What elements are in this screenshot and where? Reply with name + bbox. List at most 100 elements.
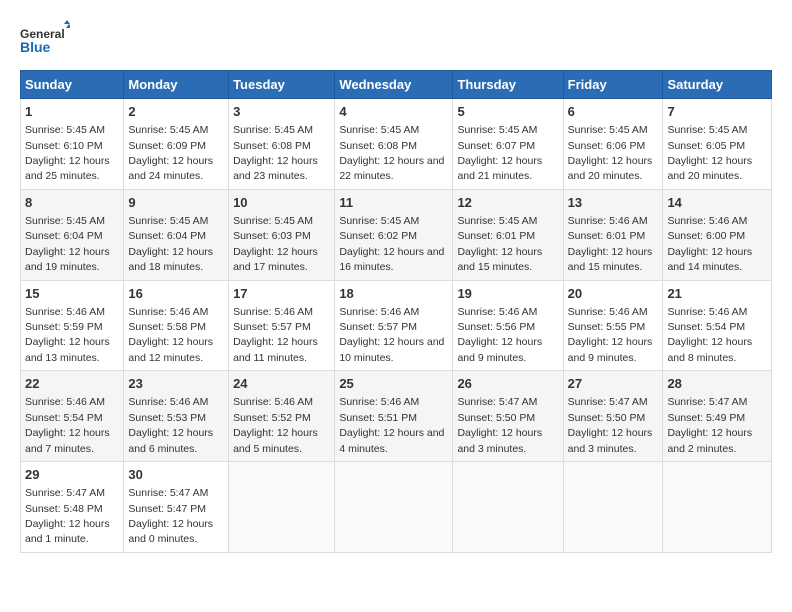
col-header-sunday: Sunday (21, 71, 124, 99)
calendar-cell: 27 Sunrise: 5:47 AMSunset: 5:50 PMDayligh… (563, 371, 663, 462)
calendar-cell (335, 462, 453, 553)
day-number: 11 (339, 194, 448, 212)
day-number: 22 (25, 375, 119, 393)
header: General Blue (20, 20, 772, 60)
day-info: Sunrise: 5:45 AMSunset: 6:04 PMDaylight:… (25, 215, 110, 273)
day-number: 2 (128, 103, 224, 121)
calendar-cell: 8 Sunrise: 5:45 AMSunset: 6:04 PMDaylight… (21, 189, 124, 280)
col-header-tuesday: Tuesday (229, 71, 335, 99)
calendar-cell: 28 Sunrise: 5:47 AMSunset: 5:49 PMDayligh… (663, 371, 772, 462)
calendar-cell: 21Sunrise: 5:46 AMSunset: 5:54 PMDayligh… (663, 280, 772, 371)
day-number: 19 (457, 285, 558, 303)
col-header-thursday: Thursday (453, 71, 563, 99)
calendar-cell: 4 Sunrise: 5:45 AMSunset: 6:08 PMDaylight… (335, 99, 453, 190)
calendar-cell: 9Sunrise: 5:45 AMSunset: 6:04 PMDaylight… (124, 189, 229, 280)
day-info: Sunrise: 5:46 AMSunset: 5:54 PMDaylight:… (25, 396, 110, 454)
calendar-cell: 12 Sunrise: 5:45 AMSunset: 6:01 PMDayligh… (453, 189, 563, 280)
day-info: Sunrise: 5:47 AMSunset: 5:50 PMDaylight:… (568, 396, 653, 454)
calendar-cell: 24 Sunrise: 5:46 AMSunset: 5:52 PMDayligh… (229, 371, 335, 462)
day-info: Sunrise: 5:45 AMSunset: 6:05 PMDaylight:… (667, 124, 752, 182)
day-info: Sunrise: 5:45 AMSunset: 6:09 PMDaylight:… (128, 124, 213, 182)
day-info: Sunrise: 5:45 AMSunset: 6:01 PMDaylight:… (457, 215, 542, 273)
calendar-cell: 16Sunrise: 5:46 AMSunset: 5:58 PMDayligh… (124, 280, 229, 371)
calendar-table: SundayMondayTuesdayWednesdayThursdayFrid… (20, 70, 772, 553)
day-info: Sunrise: 5:46 AMSunset: 5:56 PMDaylight:… (457, 306, 542, 364)
calendar-cell: 22 Sunrise: 5:46 AMSunset: 5:54 PMDayligh… (21, 371, 124, 462)
day-info: Sunrise: 5:45 AMSunset: 6:08 PMDaylight:… (339, 124, 444, 182)
calendar-cell: 19 Sunrise: 5:46 AMSunset: 5:56 PMDayligh… (453, 280, 563, 371)
day-number: 23 (128, 375, 224, 393)
day-info: Sunrise: 5:47 AMSunset: 5:50 PMDaylight:… (457, 396, 542, 454)
day-number: 25 (339, 375, 448, 393)
day-number: 17 (233, 285, 330, 303)
calendar-cell: 5Sunrise: 5:45 AMSunset: 6:07 PMDaylight… (453, 99, 563, 190)
calendar-cell: 7 Sunrise: 5:45 AMSunset: 6:05 PMDaylight… (663, 99, 772, 190)
day-info: Sunrise: 5:45 AMSunset: 6:03 PMDaylight:… (233, 215, 318, 273)
calendar-cell: 13Sunrise: 5:46 AMSunset: 6:01 PMDayligh… (563, 189, 663, 280)
col-header-saturday: Saturday (663, 71, 772, 99)
day-number: 16 (128, 285, 224, 303)
day-info: Sunrise: 5:47 AMSunset: 5:49 PMDaylight:… (667, 396, 752, 454)
day-info: Sunrise: 5:46 AMSunset: 5:51 PMDaylight:… (339, 396, 444, 454)
day-number: 24 (233, 375, 330, 393)
calendar-cell: 25 Sunrise: 5:46 AMSunset: 5:51 PMDayligh… (335, 371, 453, 462)
calendar-cell: 20 Sunrise: 5:46 AMSunset: 5:55 PMDayligh… (563, 280, 663, 371)
day-number: 29 (25, 466, 119, 484)
calendar-cell (663, 462, 772, 553)
day-number: 26 (457, 375, 558, 393)
day-number: 18 (339, 285, 448, 303)
day-number: 28 (667, 375, 767, 393)
day-number: 13 (568, 194, 659, 212)
calendar-week-row: 29 Sunrise: 5:47 AMSunset: 5:48 PMDayligh… (21, 462, 772, 553)
calendar-cell: 23 Sunrise: 5:46 AMSunset: 5:53 PMDayligh… (124, 371, 229, 462)
day-info: Sunrise: 5:46 AMSunset: 5:59 PMDaylight:… (25, 306, 110, 364)
calendar-cell: 29 Sunrise: 5:47 AMSunset: 5:48 PMDayligh… (21, 462, 124, 553)
logo: General Blue (20, 20, 70, 60)
day-info: Sunrise: 5:46 AMSunset: 5:53 PMDaylight:… (128, 396, 213, 454)
svg-text:Blue: Blue (20, 39, 51, 55)
calendar-cell: 18 Sunrise: 5:46 AMSunset: 5:57 PMDayligh… (335, 280, 453, 371)
calendar-cell: 14 Sunrise: 5:46 AMSunset: 6:00 PMDayligh… (663, 189, 772, 280)
day-number: 6 (568, 103, 659, 121)
day-number: 1 (25, 103, 119, 121)
calendar-cell: 17 Sunrise: 5:46 AMSunset: 5:57 PMDayligh… (229, 280, 335, 371)
calendar-cell (229, 462, 335, 553)
day-number: 8 (25, 194, 119, 212)
day-number: 3 (233, 103, 330, 121)
day-info: Sunrise: 5:45 AMSunset: 6:06 PMDaylight:… (568, 124, 653, 182)
calendar-cell: 30 Sunrise: 5:47 AMSunset: 5:47 PMDayligh… (124, 462, 229, 553)
day-info: Sunrise: 5:45 AMSunset: 6:10 PMDaylight:… (25, 124, 110, 182)
day-number: 27 (568, 375, 659, 393)
calendar-cell: 3 Sunrise: 5:45 AMSunset: 6:08 PMDaylight… (229, 99, 335, 190)
header-row: SundayMondayTuesdayWednesdayThursdayFrid… (21, 71, 772, 99)
day-info: Sunrise: 5:46 AMSunset: 5:57 PMDaylight:… (233, 306, 318, 364)
calendar-cell: 2 Sunrise: 5:45 AMSunset: 6:09 PMDaylight… (124, 99, 229, 190)
day-info: Sunrise: 5:47 AMSunset: 5:47 PMDaylight:… (128, 487, 213, 545)
day-number: 20 (568, 285, 659, 303)
calendar-cell: 26 Sunrise: 5:47 AMSunset: 5:50 PMDayligh… (453, 371, 563, 462)
day-info: Sunrise: 5:45 AMSunset: 6:04 PMDaylight:… (128, 215, 213, 273)
day-number: 7 (667, 103, 767, 121)
day-number: 14 (667, 194, 767, 212)
day-info: Sunrise: 5:47 AMSunset: 5:48 PMDaylight:… (25, 487, 110, 545)
logo-svg: General Blue (20, 20, 70, 60)
day-info: Sunrise: 5:45 AMSunset: 6:02 PMDaylight:… (339, 215, 444, 273)
day-number: 10 (233, 194, 330, 212)
day-number: 4 (339, 103, 448, 121)
day-info: Sunrise: 5:45 AMSunset: 6:08 PMDaylight:… (233, 124, 318, 182)
calendar-cell: 10 Sunrise: 5:45 AMSunset: 6:03 PMDayligh… (229, 189, 335, 280)
day-info: Sunrise: 5:46 AMSunset: 5:57 PMDaylight:… (339, 306, 444, 364)
day-number: 15 (25, 285, 119, 303)
day-info: Sunrise: 5:46 AMSunset: 5:55 PMDaylight:… (568, 306, 653, 364)
calendar-week-row: 1 Sunrise: 5:45 AMSunset: 6:10 PMDaylight… (21, 99, 772, 190)
day-info: Sunrise: 5:46 AMSunset: 5:52 PMDaylight:… (233, 396, 318, 454)
calendar-cell: 11 Sunrise: 5:45 AMSunset: 6:02 PMDayligh… (335, 189, 453, 280)
day-number: 12 (457, 194, 558, 212)
day-info: Sunrise: 5:46 AMSunset: 6:00 PMDaylight:… (667, 215, 752, 273)
calendar-week-row: 8 Sunrise: 5:45 AMSunset: 6:04 PMDaylight… (21, 189, 772, 280)
day-info: Sunrise: 5:46 AMSunset: 5:54 PMDaylight:… (667, 306, 752, 364)
calendar-week-row: 22 Sunrise: 5:46 AMSunset: 5:54 PMDayligh… (21, 371, 772, 462)
day-number: 5 (457, 103, 558, 121)
day-number: 30 (128, 466, 224, 484)
col-header-friday: Friday (563, 71, 663, 99)
